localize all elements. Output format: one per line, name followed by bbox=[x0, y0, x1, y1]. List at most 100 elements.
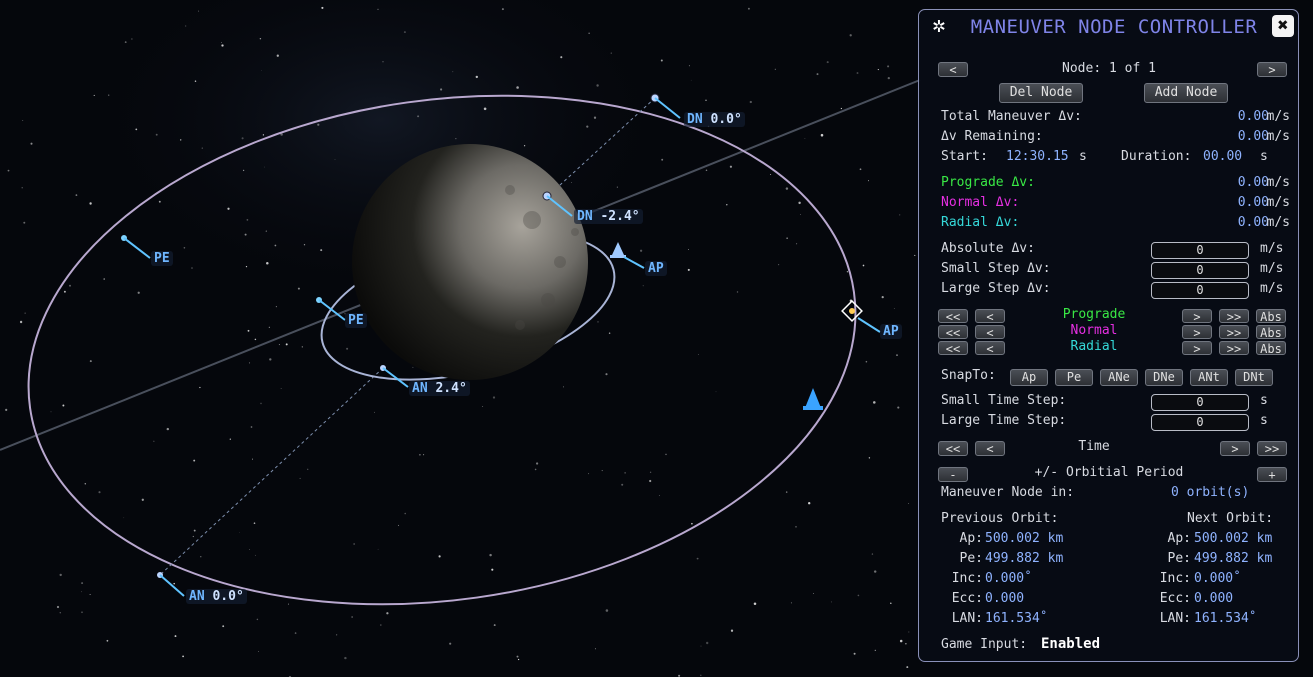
radial-dv-unit: m/s bbox=[1266, 215, 1290, 230]
time-large-increase-button[interactable]: >> bbox=[1257, 441, 1287, 456]
duration-value: 00.00 bbox=[1203, 149, 1243, 164]
next-lan-value: 161.534˚ bbox=[1194, 611, 1257, 626]
maneuver-in-label: Maneuver Node in: bbox=[941, 485, 1075, 500]
large-step-dv-field[interactable]: 0 bbox=[1151, 282, 1249, 299]
prograde-abs-button[interactable]: Abs bbox=[1256, 309, 1286, 324]
large-time-step-unit: s bbox=[1260, 413, 1268, 428]
radial-row-label: Radial bbox=[1070, 339, 1118, 354]
small-step-dv-unit: m/s bbox=[1260, 261, 1284, 276]
prograde-dv-unit: m/s bbox=[1266, 175, 1290, 190]
moon[interactable] bbox=[352, 144, 588, 380]
prev-inc-label: Inc: bbox=[951, 571, 983, 586]
small-step-dv-label: Small Step Δv: bbox=[941, 261, 1051, 276]
orbital-period-label: +/- Orbitial Period bbox=[1034, 465, 1184, 480]
large-step-dv-label: Large Step Δv: bbox=[941, 281, 1051, 296]
large-step-dv-unit: m/s bbox=[1260, 281, 1284, 296]
orbital-period-decrease-button[interactable]: - bbox=[938, 467, 968, 482]
orbital-period-increase-button[interactable]: + bbox=[1257, 467, 1287, 482]
next-ecc-label: Ecc: bbox=[1159, 591, 1191, 606]
snap-dnt-button[interactable]: DNt bbox=[1235, 369, 1273, 386]
close-icon[interactable]: ✖ bbox=[1272, 15, 1294, 37]
snap-pe-button[interactable]: Pe bbox=[1055, 369, 1093, 386]
normal-row-label: Normal bbox=[1070, 323, 1118, 338]
absolute-dv-unit: m/s bbox=[1260, 241, 1284, 256]
next-ecc-value: 0.000 bbox=[1194, 591, 1234, 606]
normal-large-decrease-button[interactable]: << bbox=[938, 325, 968, 340]
radial-abs-button[interactable]: Abs bbox=[1256, 341, 1286, 356]
normal-dv-unit: m/s bbox=[1266, 195, 1290, 210]
prograde-large-increase-button[interactable]: >> bbox=[1219, 309, 1249, 324]
prev-ap-label: Ap: bbox=[959, 531, 983, 546]
an-outer-label[interactable]: AN 0.0° bbox=[186, 589, 247, 604]
prev-inc-value: 0.000˚ bbox=[985, 571, 1032, 586]
prograde-small-decrease-button[interactable]: < bbox=[975, 309, 1005, 324]
small-time-step-label: Small Time Step: bbox=[941, 393, 1067, 408]
ap-outer-label[interactable]: AP bbox=[880, 324, 902, 339]
next-orbit-heading: Next Orbit: bbox=[1187, 511, 1274, 526]
an-inner-label[interactable]: AN 2.4° bbox=[409, 381, 470, 396]
small-time-step-field[interactable]: 0 bbox=[1151, 394, 1249, 411]
normal-small-decrease-button[interactable]: < bbox=[975, 325, 1005, 340]
prograde-dv-label: Prograde Δv: bbox=[941, 175, 1035, 190]
absolute-dv-label: Absolute Δv: bbox=[941, 241, 1035, 256]
dv-remaining-unit: m/s bbox=[1266, 129, 1290, 144]
radial-small-increase-button[interactable]: > bbox=[1182, 341, 1212, 356]
del-node-button[interactable]: Del Node bbox=[999, 83, 1083, 103]
prograde-small-increase-button[interactable]: > bbox=[1182, 309, 1212, 324]
start-unit: s bbox=[1079, 149, 1087, 164]
dv-remaining-label: Δv Remaining: bbox=[941, 129, 1043, 144]
large-time-step-label: Large Time Step: bbox=[941, 413, 1067, 428]
prev-ecc-value: 0.000 bbox=[985, 591, 1025, 606]
time-small-decrease-button[interactable]: < bbox=[975, 441, 1005, 456]
add-node-button[interactable]: Add Node bbox=[1144, 83, 1228, 103]
small-time-step-unit: s bbox=[1260, 393, 1268, 408]
snap-dne-button[interactable]: DNe bbox=[1145, 369, 1183, 386]
start-value: 12:30.15 bbox=[1006, 149, 1069, 164]
prev-ecc-label: Ecc: bbox=[951, 591, 983, 606]
duration-label: Duration: bbox=[1121, 149, 1192, 164]
large-time-step-field[interactable]: 0 bbox=[1151, 414, 1249, 431]
radial-large-decrease-button[interactable]: << bbox=[938, 341, 968, 356]
radial-small-decrease-button[interactable]: < bbox=[975, 341, 1005, 356]
dn-outer-label[interactable]: DN 0.0° bbox=[684, 112, 745, 127]
next-ap-value: 500.002 km bbox=[1194, 531, 1273, 546]
next-node-button[interactable]: > bbox=[1257, 62, 1287, 77]
snap-ant-button[interactable]: ANt bbox=[1190, 369, 1228, 386]
prev-pe-value: 499.882 km bbox=[985, 551, 1064, 566]
next-inc-label: Inc: bbox=[1159, 571, 1191, 586]
panel-title: MANEUVER NODE CONTROLLER bbox=[970, 16, 1258, 38]
next-lan-label: LAN: bbox=[1159, 611, 1191, 626]
normal-large-increase-button[interactable]: >> bbox=[1219, 325, 1249, 340]
pe-inner-label[interactable]: PE bbox=[345, 313, 367, 328]
normal-dv-label: Normal Δv: bbox=[941, 195, 1020, 210]
dn-inner-label[interactable]: DN -2.4° bbox=[574, 209, 643, 224]
normal-small-increase-button[interactable]: > bbox=[1182, 325, 1212, 340]
prograde-row-label: Prograde bbox=[1062, 307, 1126, 322]
small-step-dv-field[interactable]: 0 bbox=[1151, 262, 1249, 279]
prograde-large-decrease-button[interactable]: << bbox=[938, 309, 968, 324]
start-label: Start: bbox=[941, 149, 988, 164]
absolute-dv-field[interactable]: 0 bbox=[1151, 242, 1249, 259]
prev-ap-value: 500.002 km bbox=[985, 531, 1064, 546]
radial-dv-label: Radial Δv: bbox=[941, 215, 1020, 230]
duration-unit: s bbox=[1260, 149, 1268, 164]
game-input-label: Game Input: bbox=[941, 637, 1028, 652]
pe-outer-label[interactable]: PE bbox=[151, 251, 173, 266]
node-label: Node: 1 of 1 bbox=[1062, 61, 1156, 76]
snap-ap-button[interactable]: Ap bbox=[1010, 369, 1048, 386]
next-ap-label: Ap: bbox=[1167, 531, 1191, 546]
prev-lan-label: LAN: bbox=[951, 611, 983, 626]
normal-abs-button[interactable]: Abs bbox=[1256, 325, 1286, 340]
previous-orbit-heading: Previous Orbit: bbox=[941, 511, 1059, 526]
prev-node-button[interactable]: < bbox=[938, 62, 968, 77]
ap-inner-label[interactable]: AP bbox=[645, 261, 667, 276]
time-small-increase-button[interactable]: > bbox=[1220, 441, 1250, 456]
radial-large-increase-button[interactable]: >> bbox=[1219, 341, 1249, 356]
time-large-decrease-button[interactable]: << bbox=[938, 441, 968, 456]
next-pe-label: Pe: bbox=[1167, 551, 1191, 566]
snap-ane-button[interactable]: ANe bbox=[1100, 369, 1138, 386]
game-input-value[interactable]: Enabled bbox=[1041, 636, 1100, 652]
gear-icon[interactable]: ✲ bbox=[927, 14, 951, 38]
total-dv-label: Total Maneuver Δv: bbox=[941, 109, 1082, 124]
time-label: Time bbox=[1078, 439, 1110, 454]
